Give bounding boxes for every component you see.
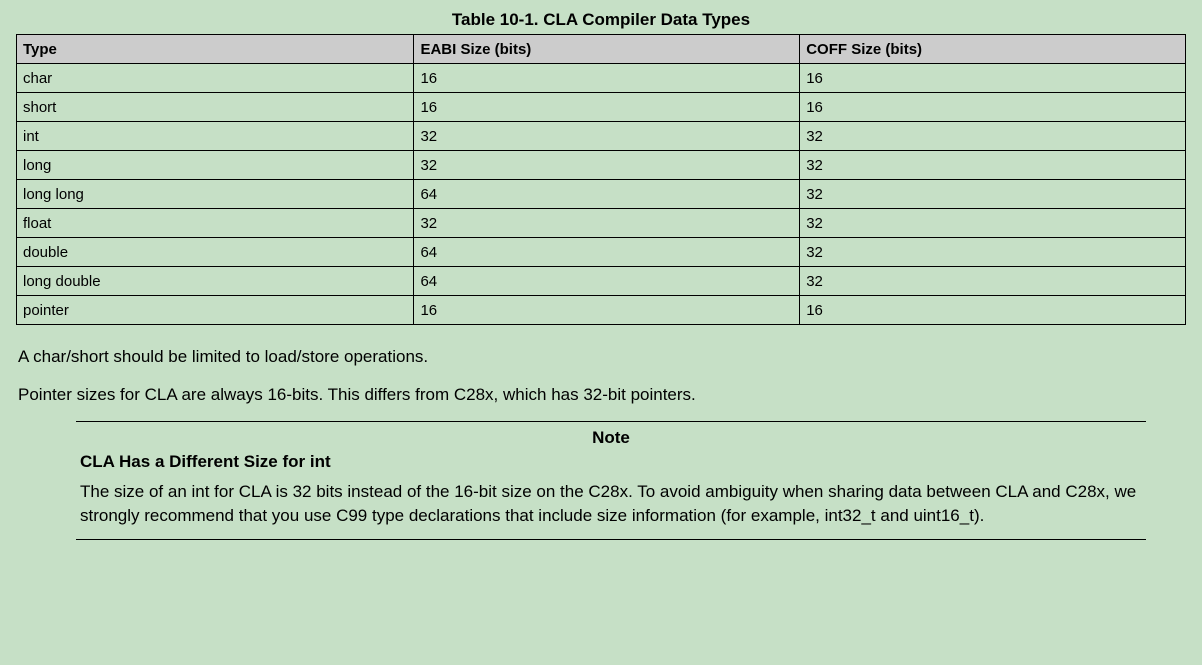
table-row: double 64 32: [17, 238, 1186, 267]
note-heading: Note: [80, 428, 1142, 448]
table-header-row: Type EABI Size (bits) COFF Size (bits): [17, 35, 1186, 64]
col-header-eabi: EABI Size (bits): [414, 35, 800, 64]
table-row: long long 64 32: [17, 180, 1186, 209]
cell-type: pointer: [17, 296, 414, 325]
cell-type: short: [17, 93, 414, 122]
cell-type: long double: [17, 267, 414, 296]
note-subheading: CLA Has a Different Size for int: [80, 452, 1142, 472]
cell-type: float: [17, 209, 414, 238]
cell-coff: 16: [800, 296, 1186, 325]
cell-coff: 32: [800, 238, 1186, 267]
table-row: int 32 32: [17, 122, 1186, 151]
table-row: short 16 16: [17, 93, 1186, 122]
cell-eabi: 32: [414, 209, 800, 238]
table-row: long double 64 32: [17, 267, 1186, 296]
cell-type: long long: [17, 180, 414, 209]
cell-coff: 32: [800, 180, 1186, 209]
table-row: long 32 32: [17, 151, 1186, 180]
cell-coff: 32: [800, 151, 1186, 180]
data-types-table: Type EABI Size (bits) COFF Size (bits) c…: [16, 34, 1186, 325]
paragraph: Pointer sizes for CLA are always 16-bits…: [18, 383, 1184, 407]
cell-eabi: 16: [414, 93, 800, 122]
cell-eabi: 16: [414, 64, 800, 93]
cell-eabi: 64: [414, 267, 800, 296]
col-header-coff: COFF Size (bits): [800, 35, 1186, 64]
cell-coff: 32: [800, 267, 1186, 296]
cell-type: int: [17, 122, 414, 151]
cell-eabi: 64: [414, 180, 800, 209]
cell-eabi: 32: [414, 122, 800, 151]
body-text: A char/short should be limited to load/s…: [18, 345, 1184, 407]
cell-type: long: [17, 151, 414, 180]
table-row: char 16 16: [17, 64, 1186, 93]
cell-coff: 32: [800, 209, 1186, 238]
note-block: Note CLA Has a Different Size for int Th…: [76, 421, 1146, 540]
table-row: pointer 16 16: [17, 296, 1186, 325]
table-row: float 32 32: [17, 209, 1186, 238]
table-title: Table 10-1. CLA Compiler Data Types: [16, 10, 1186, 30]
cell-coff: 16: [800, 64, 1186, 93]
col-header-type: Type: [17, 35, 414, 64]
note-body: The size of an int for CLA is 32 bits in…: [80, 480, 1142, 529]
cell-eabi: 32: [414, 151, 800, 180]
cell-eabi: 16: [414, 296, 800, 325]
cell-type: double: [17, 238, 414, 267]
cell-type: char: [17, 64, 414, 93]
cell-eabi: 64: [414, 238, 800, 267]
cell-coff: 16: [800, 93, 1186, 122]
paragraph: A char/short should be limited to load/s…: [18, 345, 1184, 369]
cell-coff: 32: [800, 122, 1186, 151]
